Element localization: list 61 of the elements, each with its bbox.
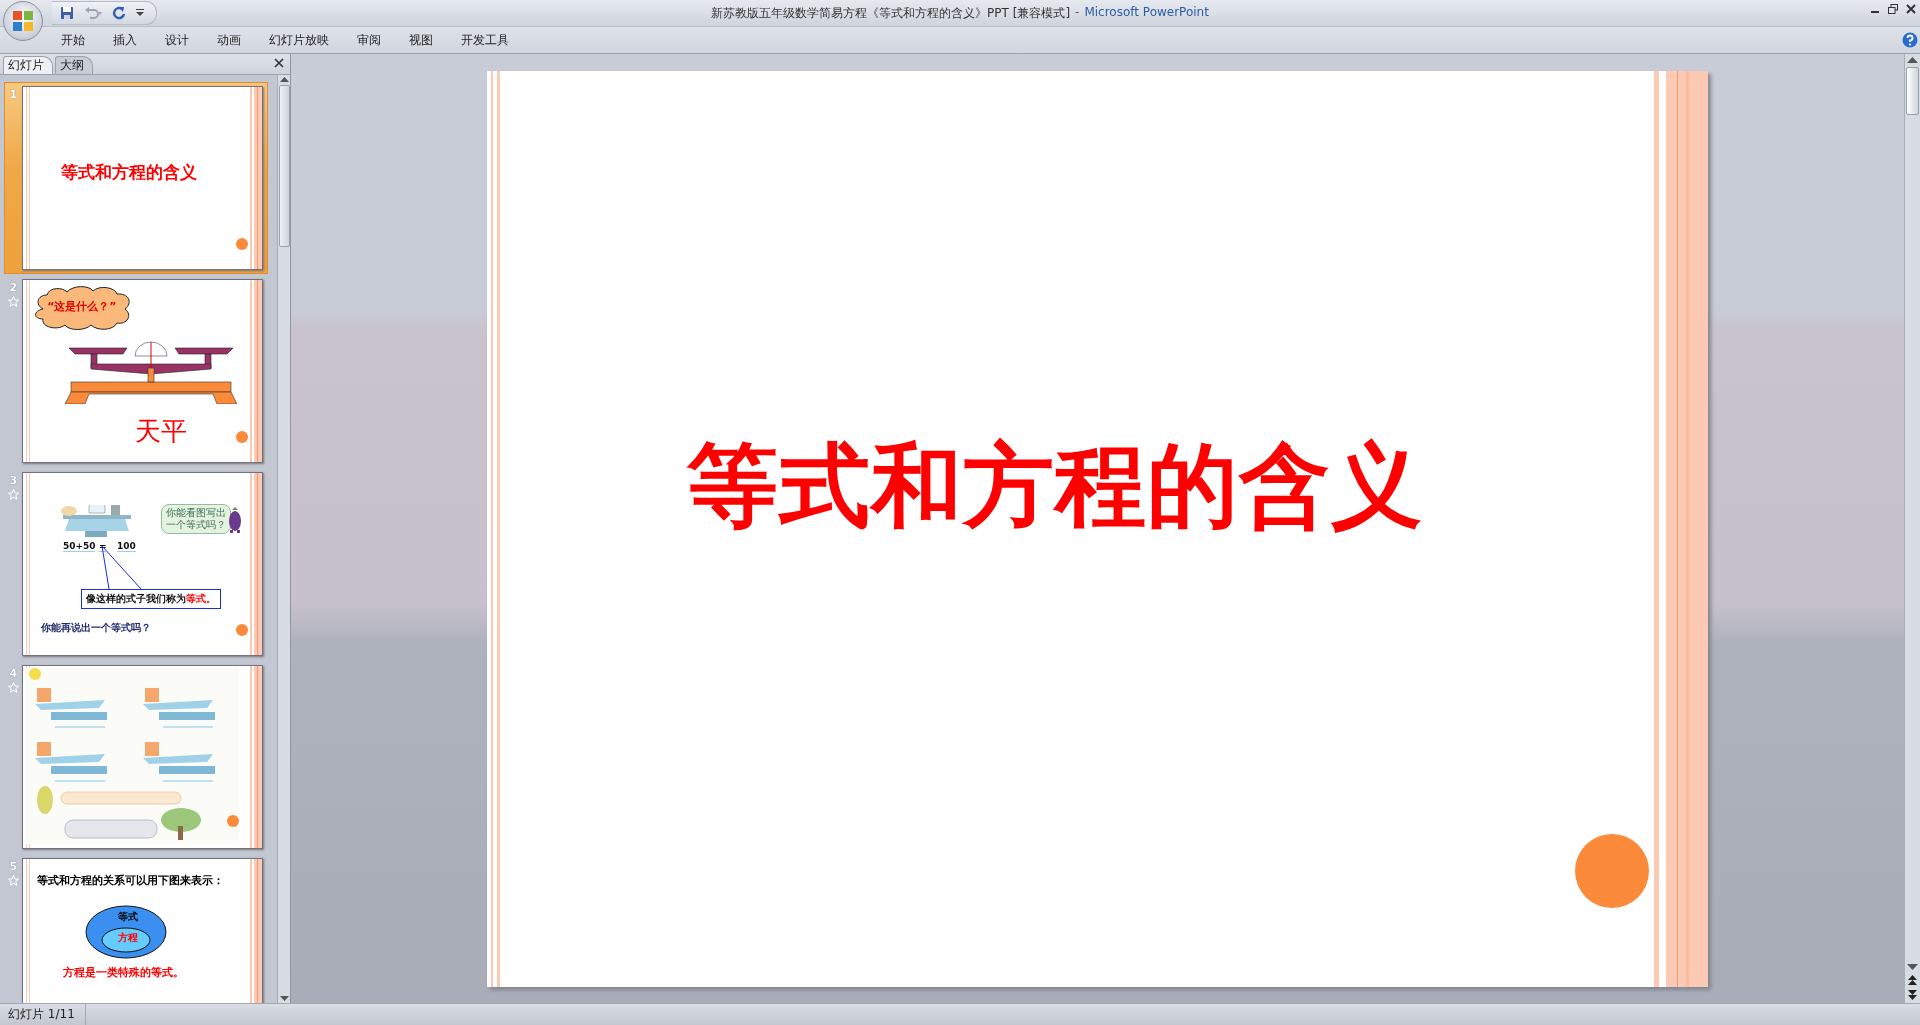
ribbon-tab[interactable]: 插入 — [99, 28, 151, 52]
app-name: Microsoft PowerPoint — [1084, 5, 1209, 21]
ribbon-tab[interactable]: 视图 — [395, 28, 447, 52]
slide-thumbnail[interactable]: “这是什么？” 天平 — [21, 279, 263, 463]
slide-number: 4 — [9, 667, 18, 680]
equation-text: 50+50 — [62, 541, 96, 552]
scrollbar-thumb[interactable] — [278, 85, 290, 247]
question-text: 你能再说出一个等式吗？ — [40, 621, 151, 635]
slide-title: 等式和方程的含义 — [60, 161, 197, 184]
slide-thumbnail-item[interactable]: 1 等式和方程的含义 — [4, 82, 268, 274]
ribbon-tab[interactable]: 动画 — [203, 28, 255, 52]
slide-thumbnail-item[interactable]: 2 “这是什么？” 天平 — [4, 275, 268, 467]
close-icon[interactable] — [274, 58, 284, 68]
slide-thumbnail-item[interactable]: 3 50+50 = 100 你能看图写出一个等式吗？ 像这样的式子我们称为等式。 你能再说出一个等式吗？ — [4, 468, 268, 660]
close-icon[interactable] — [1906, 4, 1916, 14]
slide-counter: 幻灯片 1/11 — [0, 1004, 86, 1025]
previous-slide-icon[interactable] — [1907, 974, 1918, 986]
ribbon-tab[interactable]: 幻灯片放映 — [255, 28, 343, 52]
slide-heading: 等式和方程的关系可以用下图来表示： — [36, 873, 224, 888]
slide-number: 5 — [9, 860, 18, 873]
redo-icon[interactable] — [112, 6, 126, 20]
restore-icon[interactable] — [1888, 4, 1898, 14]
slide-number: 3 — [9, 474, 18, 487]
callout-box: 像这样的式子我们称为等式。 — [80, 589, 221, 609]
slide-title: 等式和方程的含义 — [687, 431, 1423, 540]
title-separator: - — [1075, 5, 1080, 21]
slide-thumbnail[interactable]: 等式和方程的关系可以用下图来表示： 等式 方程 方程是一类特殊的等式。 — [21, 858, 263, 1003]
dot-decoration — [235, 431, 248, 443]
help-icon[interactable] — [1902, 32, 1918, 48]
slide-number: 2 — [9, 281, 18, 294]
window-title: 新苏教版五年级数学简易方程《等式和方程的含义》PPT [兼容模式] — [711, 5, 1071, 22]
panel-tab[interactable]: 大纲 — [55, 56, 93, 74]
slide-thumbnail[interactable]: 50+50 = 100 你能看图写出一个等式吗？ 像这样的式子我们称为等式。 你能再说出一个等式吗？ — [21, 472, 263, 656]
bubble-text: “这是什么？” — [46, 299, 118, 314]
slide-thumbnail-item[interactable]: 5 等式和方程的关系可以用下图来表示： 等式 方程 方程是一类特殊的等式。 — [4, 854, 268, 1003]
ribbon-tab[interactable]: 开始 — [47, 28, 99, 52]
slide-thumbnail[interactable]: 等式和方程的含义 — [21, 86, 263, 270]
next-slide-icon[interactable] — [1907, 989, 1918, 1001]
equation-text: 100 — [116, 541, 136, 552]
dot-decoration — [235, 238, 248, 250]
scroll-up-icon[interactable] — [1907, 56, 1918, 64]
slide-number: 1 — [9, 88, 18, 101]
office-button[interactable] — [3, 1, 43, 41]
ribbon-tab[interactable]: 审阅 — [343, 28, 395, 52]
diagram-label: 等式 — [117, 910, 138, 924]
dot-decoration — [235, 624, 248, 636]
slide-conclusion: 方程是一类特殊的等式。 — [62, 965, 184, 980]
diagram-label: 方程 — [117, 931, 138, 945]
scroll-down-icon[interactable] — [1907, 963, 1918, 971]
save-icon[interactable] — [60, 6, 74, 20]
equation-text: = — [98, 541, 107, 552]
speech-bubble: 你能看图写出一个等式吗？ — [160, 504, 231, 534]
office-logo-icon — [12, 10, 34, 32]
customize-caret-icon[interactable] — [136, 9, 144, 17]
ribbon-tab[interactable]: 设计 — [151, 28, 203, 52]
ribbon-tab[interactable]: 开发工具 — [447, 28, 523, 52]
scrollbar-thumb[interactable] — [1906, 67, 1919, 115]
inner-ellipse — [100, 927, 151, 953]
eggplant-drawing — [227, 507, 242, 533]
slide-caption: 天平 — [134, 415, 187, 448]
panel-tab[interactable]: 幻灯片 — [3, 56, 53, 74]
